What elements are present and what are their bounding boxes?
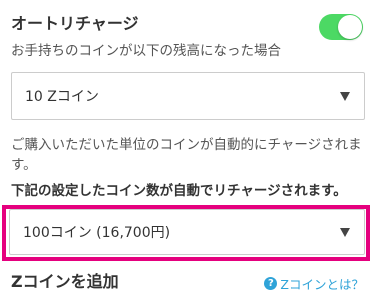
caret-down-icon — [340, 228, 350, 237]
help-link-label: Zコインとは？ — [280, 277, 364, 292]
auto-recharge-title: オートリチャージ — [11, 14, 139, 33]
threshold-select-value: 10 Zコイン — [25, 89, 99, 105]
threshold-select[interactable]: 10 Zコイン — [11, 72, 365, 120]
threshold-description: お手持ちのコインが以下の残高になった場合 — [11, 43, 281, 59]
question-circle-icon: ? — [264, 277, 278, 290]
what-is-zcoin-link[interactable]: ? Zコインとは？ — [264, 274, 364, 293]
recharge-amount-select-value: 100コイン (16,700円) — [23, 225, 171, 241]
toggle-knob — [338, 15, 362, 39]
unit-description: ご購入いただいた単位のコインが自動的にチャージされます。 — [11, 137, 362, 173]
caret-down-icon — [340, 92, 350, 101]
auto-recharge-toggle[interactable] — [319, 14, 363, 40]
add-coins-title: Zコインを追加 — [11, 272, 119, 291]
amount-description: 下記の設定したコイン数が自動でリチャージされます。 — [11, 183, 347, 199]
recharge-amount-select[interactable]: 100コイン (16,700円) — [9, 209, 365, 255]
